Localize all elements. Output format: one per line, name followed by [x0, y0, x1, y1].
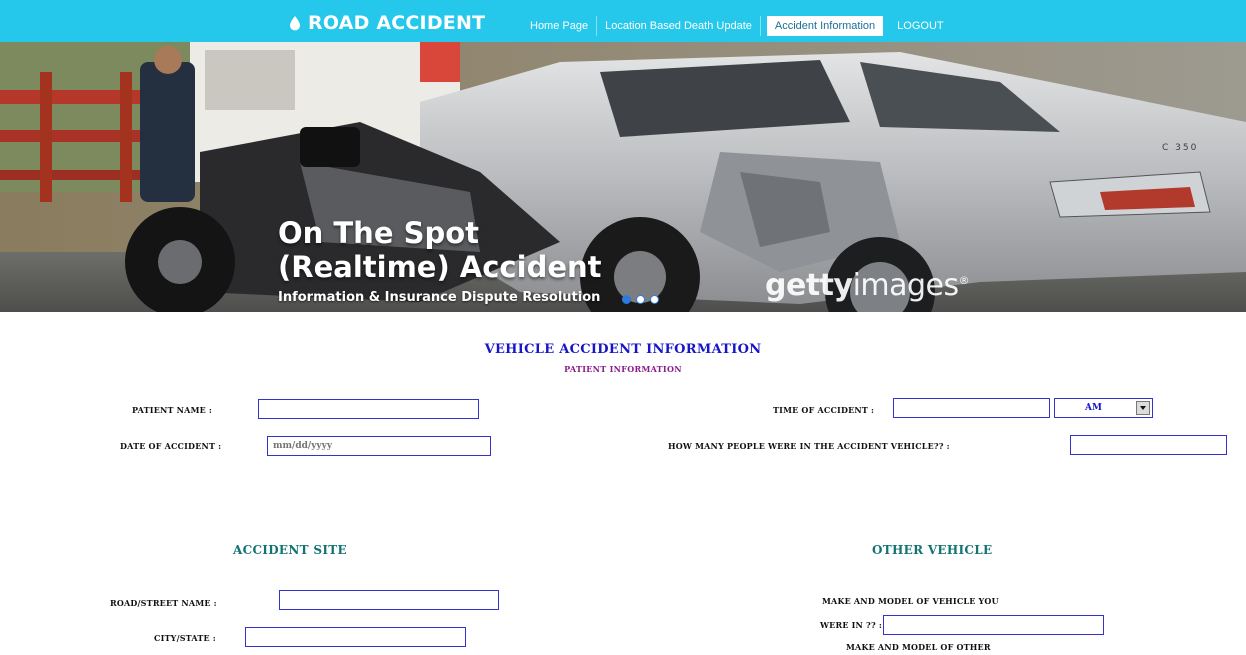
hero-title-line1: On The Spot [278, 216, 480, 250]
other-vehicle-title: OTHER VEHICLE [872, 543, 993, 557]
hero-title: On The Spot (Realtime) Accident [278, 216, 602, 284]
brand-name: ROAD ACCIDENT [308, 12, 486, 34]
watermark-bold: getty [765, 268, 853, 303]
people-count-label: HOW MANY PEOPLE WERE IN THE ACCIDENT VEH… [668, 441, 950, 451]
brand-logo[interactable]: ROAD ACCIDENT [288, 12, 485, 34]
make-model-label: MAKE AND MODEL OF VEHICLE YOU [822, 596, 999, 606]
getty-watermark: gettyimages® [765, 268, 970, 303]
nav-accident-information[interactable]: Accident Information [766, 16, 884, 36]
make-model-other-label: MAKE AND MODEL OF OTHER [846, 642, 991, 652]
patient-name-input[interactable] [258, 399, 479, 419]
droplet-icon [290, 16, 300, 31]
patient-name-label: PATIENT NAME : [132, 405, 213, 415]
carousel-dot[interactable] [622, 295, 631, 304]
hero-title-line2: (Realtime) Accident [278, 250, 602, 284]
nav-home[interactable]: Home Page [522, 16, 598, 36]
carousel-indicators [622, 295, 659, 304]
form-title: VEHICLE ACCIDENT INFORMATION [484, 342, 762, 357]
own-vehicle-make-model-input[interactable] [883, 615, 1104, 635]
car-badge: C 350 [1162, 143, 1199, 153]
carousel-dot[interactable] [636, 295, 645, 304]
city-state-input[interactable] [245, 627, 466, 647]
form-subtitle: PATIENT INFORMATION [564, 364, 682, 374]
road-street-label: ROAD/STREET NAME : [110, 598, 217, 608]
ampm-select[interactable]: AM [1054, 398, 1153, 418]
nav-logout[interactable]: LOGOUT [889, 16, 951, 36]
top-navbar: ROAD ACCIDENT Home Page Location Based D… [0, 0, 1246, 42]
nav-menu: Home Page Location Based Death Update Ac… [522, 16, 952, 36]
nav-location-death-update[interactable]: Location Based Death Update [597, 16, 761, 36]
date-of-accident-input[interactable] [267, 436, 491, 456]
time-of-accident-input[interactable] [893, 398, 1050, 418]
carousel-dot[interactable] [650, 295, 659, 304]
people-count-input[interactable] [1070, 435, 1227, 455]
accident-site-title: ACCIDENT SITE [233, 543, 347, 557]
time-of-accident-label: TIME OF ACCIDENT : [773, 405, 875, 415]
date-of-accident-label: DATE OF ACCIDENT : [120, 441, 222, 451]
ampm-select-value: AM [1085, 403, 1102, 413]
city-state-label: CITY/STATE : [154, 633, 216, 643]
hero-banner: On The Spot (Realtime) Accident Informat… [0, 42, 1246, 312]
watermark-registered-mark: ® [958, 274, 970, 287]
hero-subtitle: Information & Insurance Dispute Resoluti… [278, 290, 601, 305]
were-in-label: WERE IN ?? : [820, 620, 882, 630]
chevron-down-icon[interactable] [1136, 401, 1150, 415]
watermark-rest: images [852, 268, 960, 303]
hero-photo [0, 42, 1246, 312]
road-street-input[interactable] [279, 590, 499, 610]
